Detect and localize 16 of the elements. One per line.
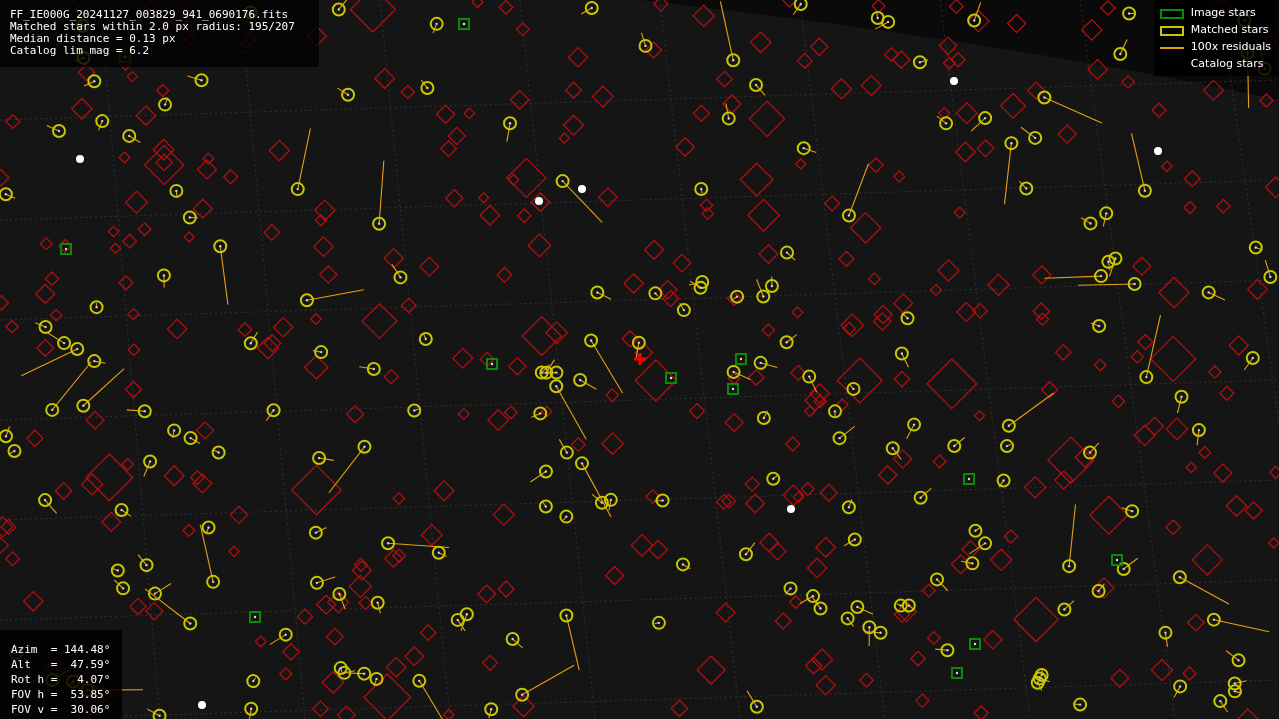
pointing-text: FOV h = 53.85° xyxy=(11,687,111,702)
pointing-text: FOV v = 30.06° xyxy=(11,702,111,717)
info-text: Catalog lim mag = 6.2 xyxy=(10,45,151,57)
matched-star-square-icon xyxy=(1159,25,1184,36)
legend-label: Matched stars xyxy=(1190,22,1269,39)
info-text: FF_IE000G_20241127_003829_941_0690176.fits xyxy=(10,9,290,21)
pointing-text: Azim = 144.48° xyxy=(11,642,111,657)
pointing-text: Rot h = 4.07° xyxy=(11,672,111,687)
legend-label: Catalog stars xyxy=(1190,56,1264,73)
residual-line-icon xyxy=(1159,46,1184,49)
legend-label: Image stars xyxy=(1190,5,1256,22)
info-text: Matched stars within 2.0 px radius: 195/207 xyxy=(10,21,296,33)
legend-label: 100x residuals xyxy=(1190,39,1271,56)
pointing-text: Alt = 47.59° xyxy=(11,657,111,672)
info-text: Median distance = 0.13 px xyxy=(10,33,177,45)
image-star-square-icon xyxy=(1159,8,1184,19)
